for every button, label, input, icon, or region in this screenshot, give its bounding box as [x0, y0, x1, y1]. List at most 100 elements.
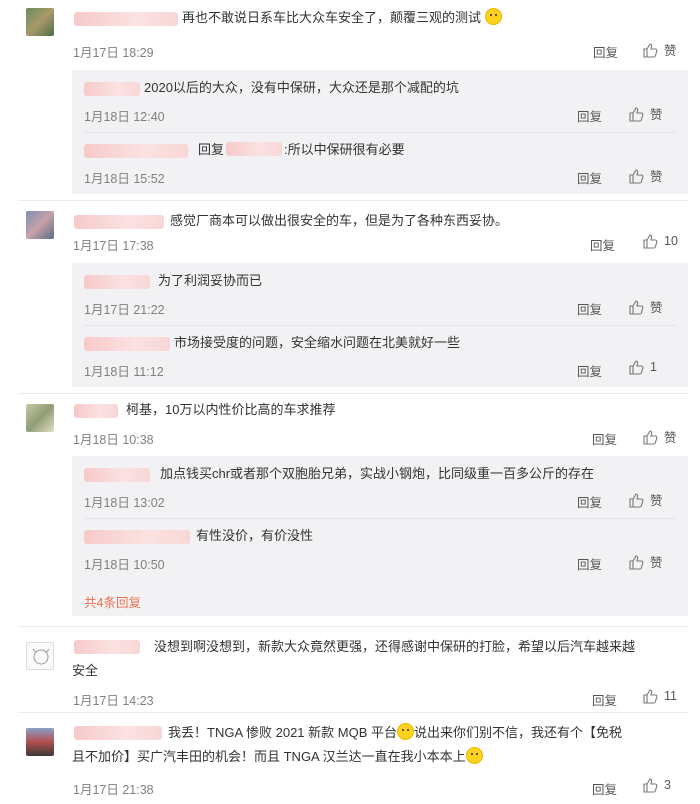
- thumbs-up-icon: [629, 106, 644, 122]
- like-button[interactable]: 赞: [642, 427, 677, 446]
- thumbs-up-icon: [629, 360, 644, 375]
- like-count: 赞: [650, 494, 663, 508]
- cartoon-avatar-icon: [32, 648, 50, 665]
- thumbs-up-icon: [629, 492, 644, 508]
- like-button[interactable]: 3: [642, 777, 671, 793]
- thumbs-up-icon: [643, 429, 658, 445]
- comment-text: 柯基，10万以内性价比高的车求推荐: [126, 402, 336, 417]
- reply-time: 1月18日 15:52: [84, 172, 165, 186]
- reply-time: 1月18日 11:12: [84, 365, 164, 379]
- like-count: 10: [664, 234, 678, 248]
- like-button[interactable]: 10: [642, 233, 678, 249]
- reply-text: 为了利润妥协而已: [158, 273, 263, 288]
- avatar[interactable]: [26, 642, 54, 670]
- comment-text: 再也不敢说日系车比大众车安全了，颠覆三观的测试: [182, 7, 502, 29]
- username-redacted[interactable]: [84, 82, 140, 96]
- reply-text: 有性没价，有价没性: [196, 528, 314, 543]
- reply-button[interactable]: 回复: [592, 779, 617, 798]
- comment-time: 1月18日 10:38: [73, 433, 154, 447]
- reply-button[interactable]: 回复: [592, 429, 617, 448]
- like-count: 1: [650, 360, 657, 374]
- thumbs-up-icon: [643, 689, 658, 704]
- thumbs-up-icon: [629, 554, 644, 570]
- like-button[interactable]: 1: [628, 359, 657, 375]
- like-button[interactable]: 11: [642, 688, 677, 704]
- reply-button[interactable]: 回复: [577, 554, 602, 573]
- comment-text-line-1: 我丢！TNGA 惨败 2021 新款 MQB 平台 说出来你们别不信，我还有个【免…: [168, 723, 623, 740]
- comment-text-line-2: 安全: [72, 663, 99, 678]
- like-button[interactable]: 赞: [628, 297, 663, 316]
- username-redacted[interactable]: [84, 530, 190, 544]
- laugh-cry-emoji-icon: [484, 8, 502, 25]
- comment-text: 感觉厂商本可以做出很安全的车，但是为了各种东西妥协。: [170, 213, 509, 228]
- like-count: 赞: [650, 108, 663, 122]
- username-redacted[interactable]: [84, 337, 170, 351]
- username-redacted[interactable]: [84, 468, 150, 482]
- reply-item: 为了利润妥协而已 1月17日 21:22 回复 赞: [72, 263, 688, 325]
- like-button[interactable]: 赞: [628, 490, 663, 509]
- reply-time: 1月18日 12:40: [84, 110, 165, 124]
- comment-time: 1月17日 14:23: [73, 694, 154, 708]
- thumbs-up-icon: [643, 42, 658, 58]
- like-count: 赞: [664, 431, 677, 445]
- thumbs-up-icon: [629, 299, 644, 315]
- like-count: 赞: [650, 301, 663, 315]
- reply-button[interactable]: 回复: [590, 235, 615, 254]
- reply-button[interactable]: 回复: [577, 361, 602, 380]
- comment-divider: [18, 712, 688, 713]
- reply-item: 2020以后的大众，没有中保研，大众还是那个减配的坑 1月18日 12:40 回…: [72, 70, 688, 132]
- reply-time: 1月18日 10:50: [84, 558, 165, 572]
- grin-emoji-icon: [465, 747, 483, 764]
- avatar[interactable]: [26, 404, 54, 432]
- username-redacted[interactable]: [74, 726, 162, 740]
- like-button[interactable]: 赞: [642, 40, 677, 59]
- reply-text: 回复:所以中保研很有必要: [198, 142, 405, 157]
- smile-emoji-icon: [397, 723, 414, 740]
- like-count: 赞: [664, 44, 677, 58]
- like-count: 赞: [650, 556, 663, 570]
- reply-item: 有性没价，有价没性 1月18日 10:50 回复 赞: [72, 518, 688, 580]
- reply-item: 加点钱买chr或者那个双胞胎兄弟，实战小钢炮，比同级重一百多公斤的存在 1月18…: [72, 456, 688, 518]
- thumbs-up-icon: [629, 168, 644, 184]
- reply-list: 为了利润妥协而已 1月17日 21:22 回复 赞 市场接受度的问题，安全缩水问…: [72, 263, 688, 387]
- view-more-replies-link[interactable]: 共4条回复: [84, 592, 141, 611]
- like-count: 11: [664, 689, 677, 703]
- reply-item: 回复:所以中保研很有必要 1月18日 15:52 回复 赞: [72, 132, 688, 194]
- username-redacted[interactable]: [74, 404, 118, 418]
- reply-item: 市场接受度的问题，安全缩水问题在北美就好一些 1月18日 11:12 回复 1: [72, 325, 688, 387]
- comment-divider: [18, 393, 688, 394]
- avatar[interactable]: [26, 8, 54, 36]
- username-redacted[interactable]: [84, 275, 150, 289]
- like-button[interactable]: 赞: [628, 104, 663, 123]
- comment-time: 1月17日 18:29: [73, 46, 154, 60]
- like-button[interactable]: 赞: [628, 166, 663, 185]
- comment-time: 1月17日 17:38: [73, 239, 154, 253]
- reply-button[interactable]: 回复: [577, 106, 602, 125]
- username-redacted[interactable]: [226, 142, 283, 156]
- reply-text: 加点钱买chr或者那个双胞胎兄弟，实战小钢炮，比同级重一百多公斤的存在: [160, 466, 595, 481]
- thumbs-up-icon: [643, 778, 658, 793]
- reply-list: 2020以后的大众，没有中保研，大众还是那个减配的坑 1月18日 12:40 回…: [72, 70, 688, 194]
- username-redacted[interactable]: [74, 640, 140, 654]
- like-button[interactable]: 赞: [628, 552, 663, 571]
- comment-divider: [18, 626, 688, 627]
- reply-button[interactable]: 回复: [577, 168, 602, 187]
- thumbs-up-icon: [643, 234, 658, 249]
- reply-time: 1月17日 21:22: [84, 303, 165, 317]
- avatar[interactable]: [26, 211, 54, 239]
- reply-button[interactable]: 回复: [593, 42, 618, 61]
- reply-button[interactable]: 回复: [577, 492, 602, 511]
- reply-list: 加点钱买chr或者那个双胞胎兄弟，实战小钢炮，比同级重一百多公斤的存在 1月18…: [72, 456, 688, 616]
- avatar[interactable]: [26, 728, 54, 756]
- reply-text: 市场接受度的问题，安全缩水问题在北美就好一些: [174, 335, 461, 350]
- like-count: 3: [664, 778, 671, 792]
- reply-button[interactable]: 回复: [577, 299, 602, 318]
- username-redacted[interactable]: [74, 12, 178, 26]
- reply-time: 1月18日 13:02: [84, 496, 165, 510]
- like-count: 赞: [650, 170, 663, 184]
- username-redacted[interactable]: [84, 144, 188, 158]
- comment-text-line-1: 没想到啊没想到，新款大众竟然更强，还得感谢中保研的打脸，希望以后汽车越来越: [154, 639, 636, 654]
- username-redacted[interactable]: [74, 215, 164, 229]
- comment-divider: [18, 200, 688, 201]
- reply-button[interactable]: 回复: [592, 690, 617, 709]
